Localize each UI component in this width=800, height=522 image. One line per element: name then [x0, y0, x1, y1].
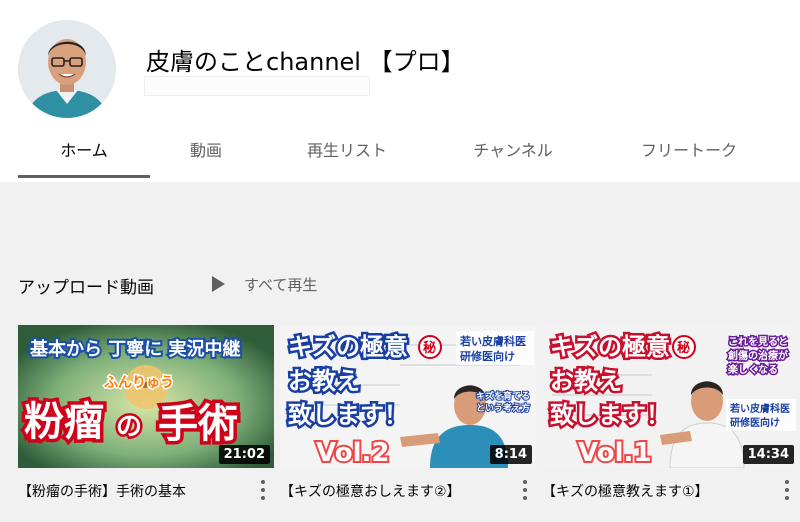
video-card[interactable]: キズの極意 秘 お教え 致します！ Vol.2 若い皮膚科医 研修医向け キズを… — [280, 325, 536, 515]
thumb-note-3: 楽しくなる — [727, 363, 778, 376]
thumb-caption-2: ふんりゅう — [104, 375, 174, 391]
thumb-caption-3b: の — [116, 412, 142, 442]
thumb-caption-3c: 手術 — [158, 401, 238, 447]
play-icon — [212, 276, 225, 292]
channel-header: 皮膚のことchannel 【プロ】 ホーム 動画 再生リスト チャンネル フリー… — [0, 0, 800, 182]
secret-badge: 秘 — [423, 340, 436, 356]
tab-free-talk[interactable]: フリートーク — [624, 126, 754, 182]
video-card[interactable]: キズの極意 秘 お教え 致します！ Vol.1 これを見ると 創傷の治療が 楽し… — [542, 325, 798, 515]
section-title: アップロード動画 — [18, 278, 154, 298]
thumb-note-1: 若い皮膚科医 — [460, 334, 526, 348]
thumb-volume: Vol.2 — [316, 438, 389, 468]
thumb-note-3: キズを育てる — [476, 390, 530, 402]
thumb-caption-2: お教え — [288, 367, 360, 395]
thumb-note-1: これを見ると — [728, 336, 788, 348]
channel-tabs: ホーム 動画 再生リスト チャンネル フリートーク — [0, 126, 800, 182]
thumb-caption-1: キズの極意 — [550, 333, 670, 361]
tab-channels[interactable]: チャンネル — [458, 126, 568, 182]
channel-avatar[interactable] — [18, 20, 116, 118]
active-tab-indicator — [18, 175, 150, 178]
video-title[interactable]: 【粉瘤の手術】手術の基本 — [18, 481, 252, 501]
thumb-caption-3: 致します！ — [550, 401, 670, 429]
more-options-icon[interactable] — [522, 480, 528, 500]
play-all-label: すべて再生 — [244, 275, 318, 294]
video-title[interactable]: 【キズの極意おしえます②】 — [280, 481, 514, 501]
tab-playlists[interactable]: 再生リスト — [292, 126, 402, 182]
subscriber-placeholder — [144, 76, 370, 96]
video-duration: 8:14 — [489, 445, 532, 464]
play-all-button[interactable]: すべて再生 — [212, 273, 317, 295]
thumb-note-2: 研修医向け — [460, 349, 515, 363]
thumb-caption-1: キズの極意 — [288, 333, 408, 361]
video-duration: 14:34 — [742, 445, 794, 464]
more-options-icon[interactable] — [784, 480, 790, 500]
more-options-icon[interactable] — [260, 480, 266, 500]
thumb-note-5: 研修医向け — [730, 416, 780, 429]
video-title[interactable]: 【キズの極意教えます①】 — [542, 481, 776, 501]
video-thumbnail[interactable]: キズの極意 秘 お教え 致します！ Vol.1 これを見ると 創傷の治療が 楽し… — [542, 325, 798, 468]
thumb-note-4: 若い皮膚科医 — [729, 402, 790, 415]
thumb-caption-3: 致します！ — [288, 401, 408, 429]
thumb-caption-1: 基本から 丁寧に 実況中継 — [29, 338, 241, 360]
thumb-note-4: という考え方 — [476, 402, 530, 414]
channel-title: 皮膚のことchannel 【プロ】 — [146, 48, 465, 76]
video-thumbnail[interactable]: キズの極意 秘 お教え 致します！ Vol.2 若い皮膚科医 研修医向け キズを… — [280, 325, 536, 468]
page-bottom — [0, 514, 800, 522]
video-duration: 21:02 — [218, 445, 270, 464]
tab-videos[interactable]: 動画 — [168, 126, 244, 182]
thumb-caption-2: お教え — [550, 367, 622, 395]
tab-home[interactable]: ホーム — [18, 126, 150, 182]
video-card[interactable]: 基本から 丁寧に 実況中継 ふんりゅう 粉瘤 の 手術 21:02 【粉瘤の手術… — [18, 325, 274, 515]
secret-badge: 秘 — [677, 340, 690, 356]
thumb-volume: Vol.1 — [578, 438, 651, 468]
avatar-portrait-icon — [18, 20, 116, 118]
thumb-caption-3a: 粉瘤 — [24, 399, 104, 445]
thumb-note-2: 創傷の治療が — [727, 349, 789, 362]
video-thumbnail[interactable]: 基本から 丁寧に 実況中継 ふんりゅう 粉瘤 の 手術 21:02 — [18, 325, 274, 468]
